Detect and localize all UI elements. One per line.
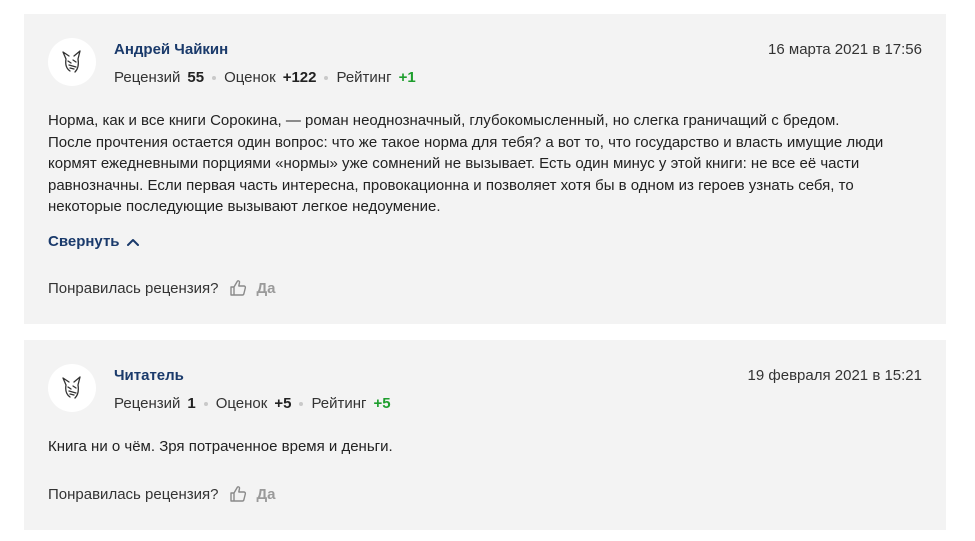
- author-name[interactable]: Андрей Чайкин: [114, 41, 228, 58]
- author-stats: Рецензий 1 Оценок +5 Рейтинг +5: [114, 395, 391, 412]
- review-text: Норма, как и все книги Сорокина, — роман…: [48, 110, 922, 218]
- rating-value: +1: [398, 69, 416, 86]
- yes-button[interactable]: Да: [256, 486, 275, 503]
- reviews-count-value: 1: [187, 395, 196, 412]
- chevron-up-icon: [126, 238, 139, 246]
- separator-dot: [203, 401, 208, 406]
- reviews-count-label: Рецензий: [114, 69, 181, 86]
- rating-value: +5: [373, 395, 391, 412]
- separator-dot: [324, 75, 329, 80]
- review-text-line: Книга ни о чём. Зря потраченное время и …: [48, 438, 393, 455]
- ratings-count-value: +122: [282, 69, 317, 86]
- helpful-prompt: Понравилась рецензия? Да: [48, 278, 276, 298]
- helpful-prompt: Понравилась рецензия? Да: [48, 484, 276, 504]
- ratings-count-label: Оценок: [215, 395, 268, 412]
- collapse-label: Свернуть: [48, 233, 120, 250]
- review-date: 16 марта 2021 в 17:56: [768, 41, 922, 58]
- author-name[interactable]: Читатель: [114, 367, 184, 384]
- review-text-line: некоторые последующие вызывают легкое не…: [48, 198, 441, 215]
- review-card: Читатель 19 февраля 2021 в 15:21 Рецензи…: [24, 340, 946, 530]
- review-text-line: Норма, как и все книги Сорокина, — роман…: [48, 112, 840, 129]
- collapse-button[interactable]: Свернуть: [48, 233, 140, 250]
- avatar[interactable]: [48, 364, 96, 412]
- thumbs-up-icon: [230, 280, 247, 296]
- yes-button[interactable]: Да: [256, 280, 275, 297]
- rating-label: Рейтинг: [336, 69, 392, 86]
- reviews-count-label: Рецензий: [114, 395, 181, 412]
- thumbs-up-icon: [230, 486, 247, 502]
- avatar[interactable]: [48, 38, 96, 86]
- review-text-line: равнозначны. Если первая часть интересна…: [48, 176, 854, 194]
- review-text-line: кормят ежедневными порциями «нормы» уже …: [48, 155, 860, 172]
- default-cat-avatar-icon: [62, 376, 81, 399]
- reviews-count-value: 55: [187, 69, 205, 86]
- like-button[interactable]: [228, 484, 248, 504]
- separator-dot: [299, 401, 304, 406]
- rating-label: Рейтинг: [311, 395, 367, 412]
- review-text-line: После прочтения остается один вопрос: чт…: [48, 133, 884, 151]
- author-stats: Рецензий 55 Оценок +122 Рейтинг +1: [114, 69, 416, 86]
- review-date: 19 февраля 2021 в 15:21: [747, 367, 922, 384]
- default-cat-avatar-icon: [62, 50, 81, 73]
- helpful-label: Понравилась рецензия?: [48, 279, 219, 297]
- separator-dot: [212, 75, 217, 80]
- ratings-count-label: Оценок: [224, 69, 276, 86]
- review-card: Андрей Чайкин 16 марта 2021 в 17:56 Реце…: [24, 14, 946, 324]
- ratings-count-value: +5: [274, 395, 292, 412]
- review-text: Книга ни о чём. Зря потраченное время и …: [48, 436, 922, 458]
- helpful-label: Понравилась рецензия?: [48, 485, 219, 503]
- like-button[interactable]: [228, 278, 248, 298]
